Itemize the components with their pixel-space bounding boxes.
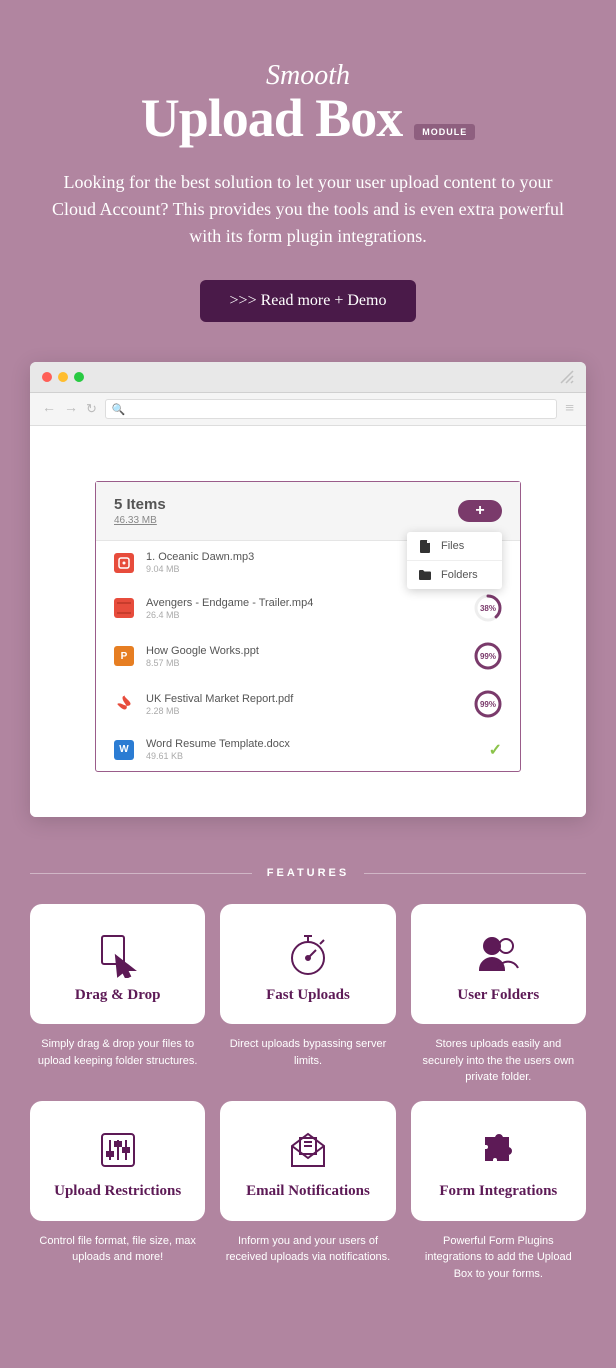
feature-sliders: Upload Restrictions Control file format,… xyxy=(30,1101,205,1283)
add-dropdown: Files Folders xyxy=(407,532,502,589)
read-more-button[interactable]: >>> Read more + Demo xyxy=(200,280,417,322)
feature-title: Email Notifications xyxy=(246,1183,370,1200)
sliders-icon xyxy=(93,1125,143,1175)
file-icon xyxy=(419,540,431,552)
feature-desc: Control file format, file size, max uplo… xyxy=(30,1233,205,1266)
add-button[interactable]: + xyxy=(458,500,502,522)
file-size: 8.57 MB xyxy=(146,658,462,668)
feature-mail: Email Notifications Inform you and your … xyxy=(220,1101,395,1283)
feature-desc: Simply drag & drop your files to upload … xyxy=(30,1036,205,1069)
feature-title: User Folders xyxy=(457,987,539,1004)
file-name: How Google Works.ppt xyxy=(146,645,462,657)
file-row: WWord Resume Template.docx49.61 KB✓ xyxy=(96,728,520,771)
feature-desc: Stores uploads easily and securely into … xyxy=(411,1036,586,1086)
menu-icon: ≡ xyxy=(565,400,574,418)
file-size: 26.4 MB xyxy=(146,610,462,620)
file-row: Avengers - Endgame - Trailer.mp426.4 MB3… xyxy=(96,584,520,632)
url-bar: 🔍 xyxy=(105,399,557,419)
browser-toolbar: ← → ↻ 🔍 ≡ xyxy=(30,393,586,426)
reload-icon: ↻ xyxy=(86,401,97,417)
upload-widget: 5 Items 46.33 MB + Files Folders xyxy=(95,481,521,772)
page-title: Upload Box xyxy=(141,87,403,149)
search-icon: 🔍 xyxy=(112,403,126,416)
total-size: 46.33 MB xyxy=(114,515,166,526)
dropdown-folders-label: Folders xyxy=(441,569,478,581)
feature-stopwatch: Fast Uploads Direct uploads bypassing se… xyxy=(220,904,395,1086)
file-row: PHow Google Works.ppt8.57 MB99% xyxy=(96,632,520,680)
feature-desc: Powerful Form Plugins integrations to ad… xyxy=(411,1233,586,1283)
file-size: 2.28 MB xyxy=(146,706,462,716)
subtitle: Looking for the best solution to let you… xyxy=(40,169,576,250)
feature-card: User Folders xyxy=(411,904,586,1024)
resize-icon xyxy=(560,370,574,384)
window-minimize-icon xyxy=(58,372,68,382)
file-size: 49.61 KB xyxy=(146,751,477,761)
dropdown-folders[interactable]: Folders xyxy=(407,561,502,589)
back-icon: ← xyxy=(42,401,56,417)
feature-puzzle: Form Integrations Powerful Form Plugins … xyxy=(411,1101,586,1283)
folder-icon xyxy=(419,569,431,581)
feature-card: Upload Restrictions xyxy=(30,1101,205,1221)
feature-card: Form Integrations xyxy=(411,1101,586,1221)
dropdown-files[interactable]: Files xyxy=(407,532,502,561)
file-name: Word Resume Template.docx xyxy=(146,738,477,750)
forward-icon: → xyxy=(64,401,78,417)
dropdown-files-label: Files xyxy=(441,540,464,552)
browser-titlebar xyxy=(30,362,586,393)
module-badge: MODULE xyxy=(414,124,475,140)
features-heading: FEATURES xyxy=(267,867,349,879)
feature-title: Upload Restrictions xyxy=(54,1183,181,1200)
file-name: UK Festival Market Report.pdf xyxy=(146,693,462,705)
stopwatch-icon xyxy=(283,929,333,979)
feature-users: User Folders Stores uploads easily and s… xyxy=(411,904,586,1086)
users-icon xyxy=(473,929,523,979)
window-close-icon xyxy=(42,372,52,382)
drag-drop-icon xyxy=(93,929,143,979)
feature-card: Fast Uploads xyxy=(220,904,395,1024)
feature-card: Drag & Drop xyxy=(30,904,205,1024)
file-name: Avengers - Endgame - Trailer.mp4 xyxy=(146,597,462,609)
feature-drag-drop: Drag & Drop Simply drag & drop your file… xyxy=(30,904,205,1086)
feature-desc: Direct uploads bypassing server limits. xyxy=(220,1036,395,1069)
feature-desc: Inform you and your users of received up… xyxy=(220,1233,395,1266)
puzzle-icon xyxy=(473,1125,523,1175)
check-icon: ✓ xyxy=(489,740,502,760)
item-count: 5 Items xyxy=(114,496,166,513)
feature-title: Fast Uploads xyxy=(266,987,350,1004)
feature-title: Drag & Drop xyxy=(75,987,161,1004)
feature-card: Email Notifications xyxy=(220,1101,395,1221)
file-row: UK Festival Market Report.pdf2.28 MB99% xyxy=(96,680,520,728)
feature-title: Form Integrations xyxy=(439,1183,557,1200)
mail-icon xyxy=(283,1125,333,1175)
window-maximize-icon xyxy=(74,372,84,382)
browser-mockup: ← → ↻ 🔍 ≡ 5 Items 46.33 MB + Files xyxy=(30,362,586,817)
